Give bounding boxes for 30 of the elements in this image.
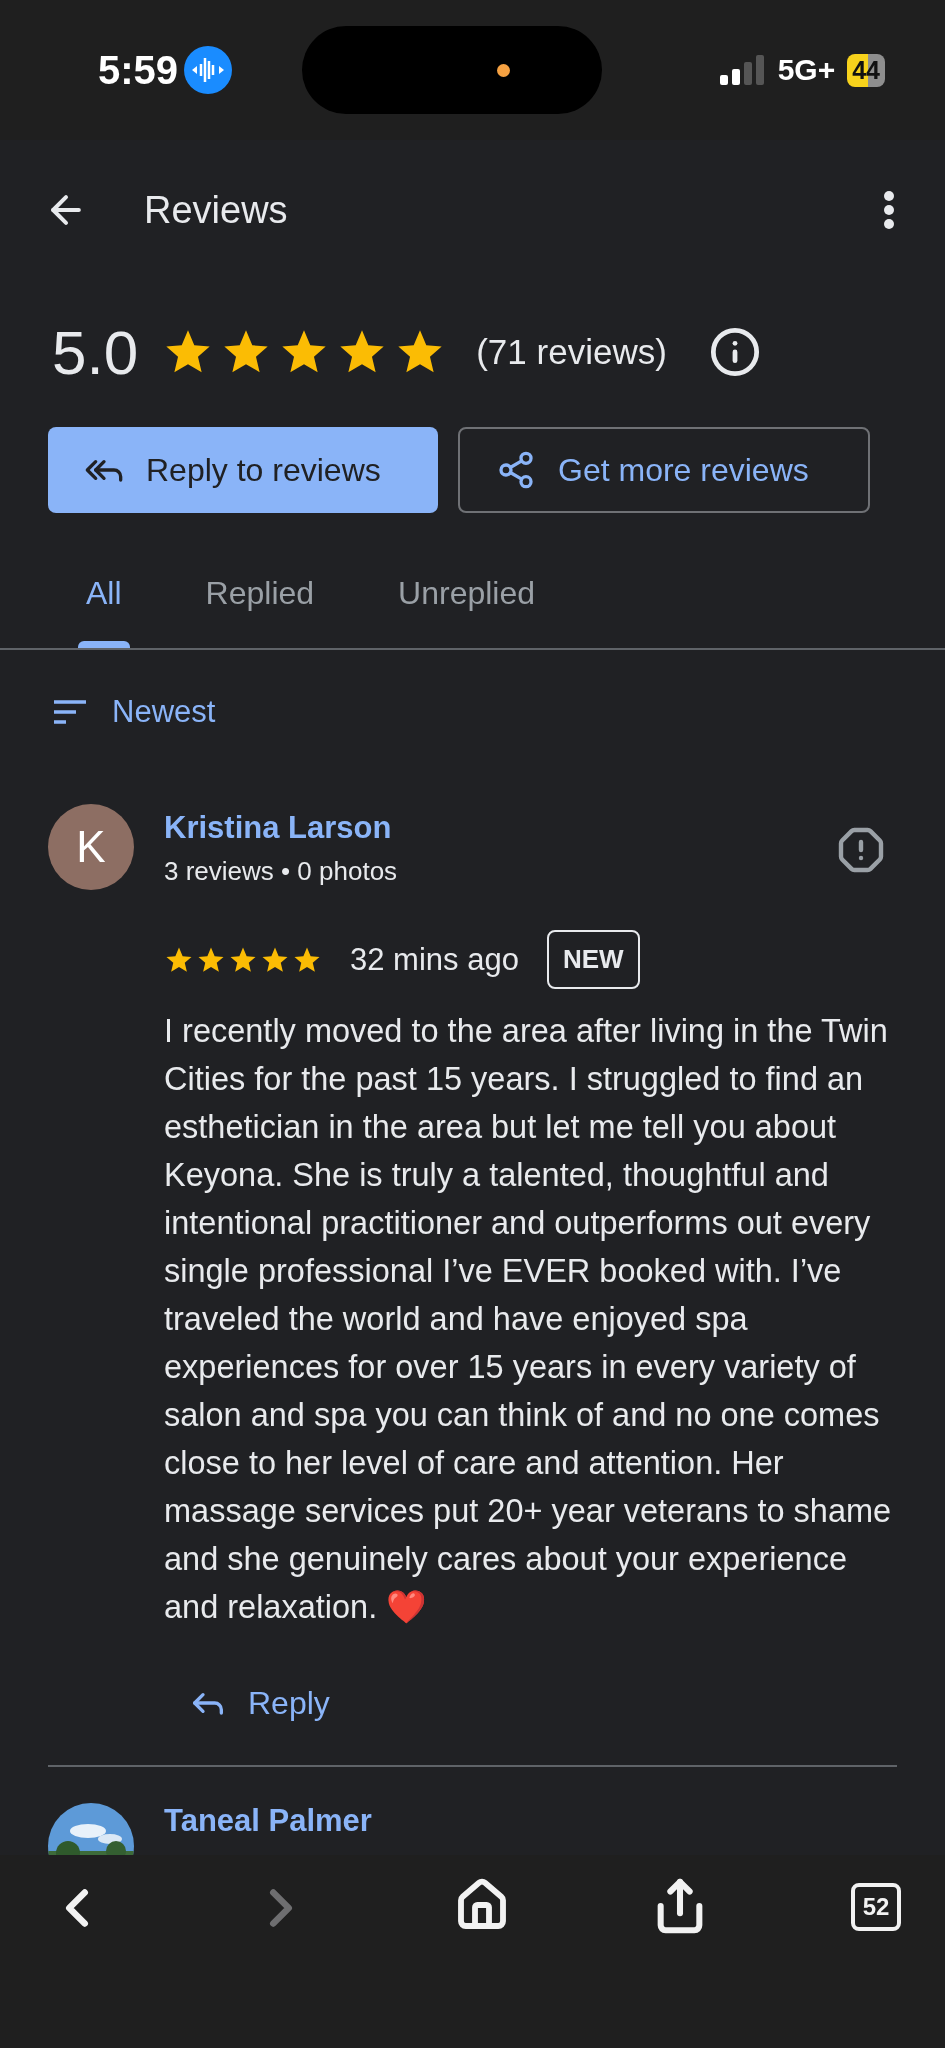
- network-label: 5G+: [777, 53, 836, 87]
- page-title: Reviews: [144, 188, 288, 232]
- filter-tab[interactable]: Unreplied: [360, 565, 574, 648]
- review-time: 32 mins ago: [350, 941, 519, 978]
- sort-button[interactable]: Newest: [0, 650, 268, 774]
- reply-button[interactable]: Reply: [188, 1683, 330, 1723]
- signal-icon: [719, 55, 766, 85]
- info-icon: [708, 326, 761, 378]
- share-icon: [496, 450, 536, 490]
- info-button[interactable]: [708, 326, 761, 378]
- get-more-reviews-button[interactable]: Get more reviews: [458, 427, 870, 513]
- filter-tab[interactable]: Replied: [167, 565, 353, 648]
- sort-icon: [52, 699, 88, 725]
- new-badge: NEW: [546, 930, 640, 989]
- audio-wave-icon: [184, 46, 233, 94]
- more-icon: [883, 190, 895, 230]
- review-text: I recently moved to the area after living in the Twin Cities for the past 15 years. I struggled to find an esthetician in the area but let me tell you about Keyona. She is truly a talented, thoughtful and intentional practitioner and outperforms out every single professional I’ve EVER booked with. I’ve traveled the world and have enjoyed spa experiences for over 15 years in every variety of salon and spa you can think of and no one comes close to her level of care and attention. Her massage services put 20+ year veterans to shame and she genuinely cares about your experience and relaxation. ❤: [164, 1012, 893, 1627]
- reply-to-reviews-button[interactable]: Reply to reviews: [48, 427, 438, 513]
- indicator-dot: [497, 63, 511, 77]
- tabs-button[interactable]: 52: [851, 1883, 901, 1931]
- reviewer-name[interactable]: Taneal Palmer: [164, 1803, 372, 1839]
- review-count: (71 reviews): [476, 332, 667, 372]
- battery-indicator: 44: [847, 53, 885, 87]
- status-time: 5:59: [98, 47, 179, 93]
- user-avatar: K: [48, 804, 134, 890]
- rating-value: 5.0: [52, 316, 139, 388]
- reviewer-name[interactable]: Kristina Larson: [164, 810, 807, 846]
- filter-tab[interactable]: All: [48, 565, 160, 648]
- report-icon: [837, 826, 885, 874]
- reviewer-meta: 3 reviews • 0 photos: [164, 856, 399, 887]
